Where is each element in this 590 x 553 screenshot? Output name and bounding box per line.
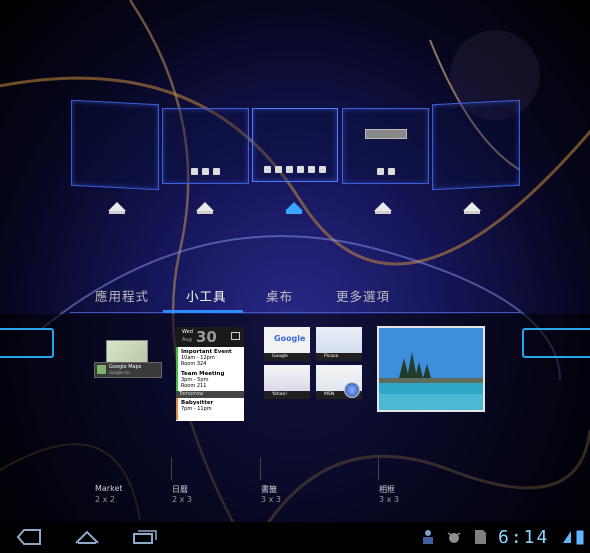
panel-3-app-icons	[253, 166, 337, 173]
scroll-right-indicator[interactable]	[522, 328, 590, 358]
calendar-event-1: Important Event 10am - 12pm Room 324	[176, 347, 244, 369]
recent-apps-icon[interactable]	[132, 529, 158, 545]
home-panel-1[interactable]	[71, 99, 159, 191]
panel-4-widget	[365, 129, 407, 139]
add-to-panel-4-arrow[interactable]	[374, 202, 392, 214]
google-logo: Google	[274, 334, 306, 343]
debug-icon	[447, 532, 461, 543]
tab-active-indicator	[163, 310, 243, 313]
tab-more[interactable]: 更多選項	[336, 286, 390, 305]
bookmarks-widget-preview[interactable]: Google Google Picasa Yahoo! MSN	[264, 327, 366, 409]
widget-divider-2	[260, 458, 261, 480]
calendar-day: 30	[196, 328, 217, 346]
bookmark-yahoo: Yahoo!	[264, 365, 310, 399]
calendar-weekday: Wed	[182, 329, 193, 335]
home-panel-2[interactable]	[162, 108, 249, 184]
calendar-event-2: Team Meeting 3pm - 5pm Room 211	[176, 369, 244, 391]
widget-size-bookmarks: 3 x 3	[261, 495, 281, 504]
maps-app-icon	[97, 365, 106, 374]
widget-size-market: 2 x 2	[95, 495, 115, 504]
category-tabs: 應用程式 小工具 桌布 更多選項	[0, 286, 590, 314]
widget-name-photo-frame: 相框	[379, 485, 395, 494]
home-panel-4[interactable]	[342, 108, 429, 184]
scroll-left-indicator[interactable]	[0, 328, 54, 358]
panel-2-app-icons	[163, 168, 248, 175]
tab-apps[interactable]: 應用程式	[95, 286, 149, 305]
widget-divider-3	[378, 458, 379, 480]
lake-photo	[379, 328, 483, 410]
calendar-widget-preview[interactable]: Wed Aug 30 Important Event 10am - 12pm R…	[176, 327, 244, 421]
calendar-month: Aug	[182, 337, 192, 343]
bookmark-msn: MSN	[316, 365, 362, 399]
add-to-panel-5-arrow[interactable]	[463, 202, 481, 214]
market-widget-preview[interactable]: Google Maps Google Inc.	[94, 340, 162, 380]
bookmark-google: Google Google	[264, 327, 310, 361]
home-panel-3[interactable]	[252, 108, 338, 182]
event-2-room: Room 211	[181, 383, 207, 389]
wifi-icon	[563, 531, 571, 543]
calendar-add-icon	[231, 332, 240, 340]
widget-divider-1	[171, 458, 172, 480]
back-icon[interactable]	[16, 529, 42, 545]
event-3-time: 7pm - 11pm	[181, 406, 212, 412]
battery-icon	[576, 530, 584, 545]
market-preview-sub: Google Inc.	[109, 370, 132, 375]
widget-size-calendar: 2 x 3	[172, 495, 192, 504]
calendar-event-3: Babysitter 7pm - 11pm	[176, 398, 244, 420]
tab-widgets[interactable]: 小工具	[186, 286, 227, 305]
widget-size-photo-frame: 3 x 3	[379, 495, 399, 504]
usb-icon	[423, 530, 433, 544]
sd-card-icon	[475, 530, 486, 544]
add-to-panel-1-arrow[interactable]	[108, 202, 126, 214]
add-to-panel-2-arrow[interactable]	[196, 202, 214, 214]
tab-underline	[70, 312, 520, 313]
bookmark-yahoo-label: Yahoo!	[264, 391, 310, 399]
calendar-tomorrow-label: Tomorrow	[176, 391, 244, 398]
home-panels	[0, 0, 590, 230]
home-screen-customize: 應用程式 小工具 桌布 更多選項 Google Maps Google Inc.…	[0, 0, 590, 553]
bookmark-google-label: Google	[264, 353, 310, 361]
home-icon[interactable]	[74, 529, 100, 545]
panel-4-app-icons	[343, 168, 428, 175]
status-clock: 6:14	[498, 527, 550, 548]
tab-wallpapers[interactable]: 桌布	[266, 286, 293, 305]
widget-name-calendar: 日曆	[172, 485, 188, 494]
widget-name-market: Market	[95, 484, 123, 493]
bookmark-picasa: Picasa	[316, 327, 362, 361]
event-1-room: Room 324	[181, 361, 207, 367]
photo-frame-widget-preview[interactable]	[377, 326, 485, 412]
add-to-panel-3-arrow[interactable]	[285, 202, 303, 214]
home-panel-5[interactable]	[432, 99, 520, 191]
widget-name-bookmarks: 書籤	[261, 485, 277, 494]
market-preview-bar: Google Maps Google Inc.	[94, 362, 162, 378]
calendar-header: Wed Aug 30	[176, 327, 244, 347]
browser-globe-icon	[344, 382, 360, 398]
bookmark-picasa-label: Picasa	[316, 353, 362, 361]
